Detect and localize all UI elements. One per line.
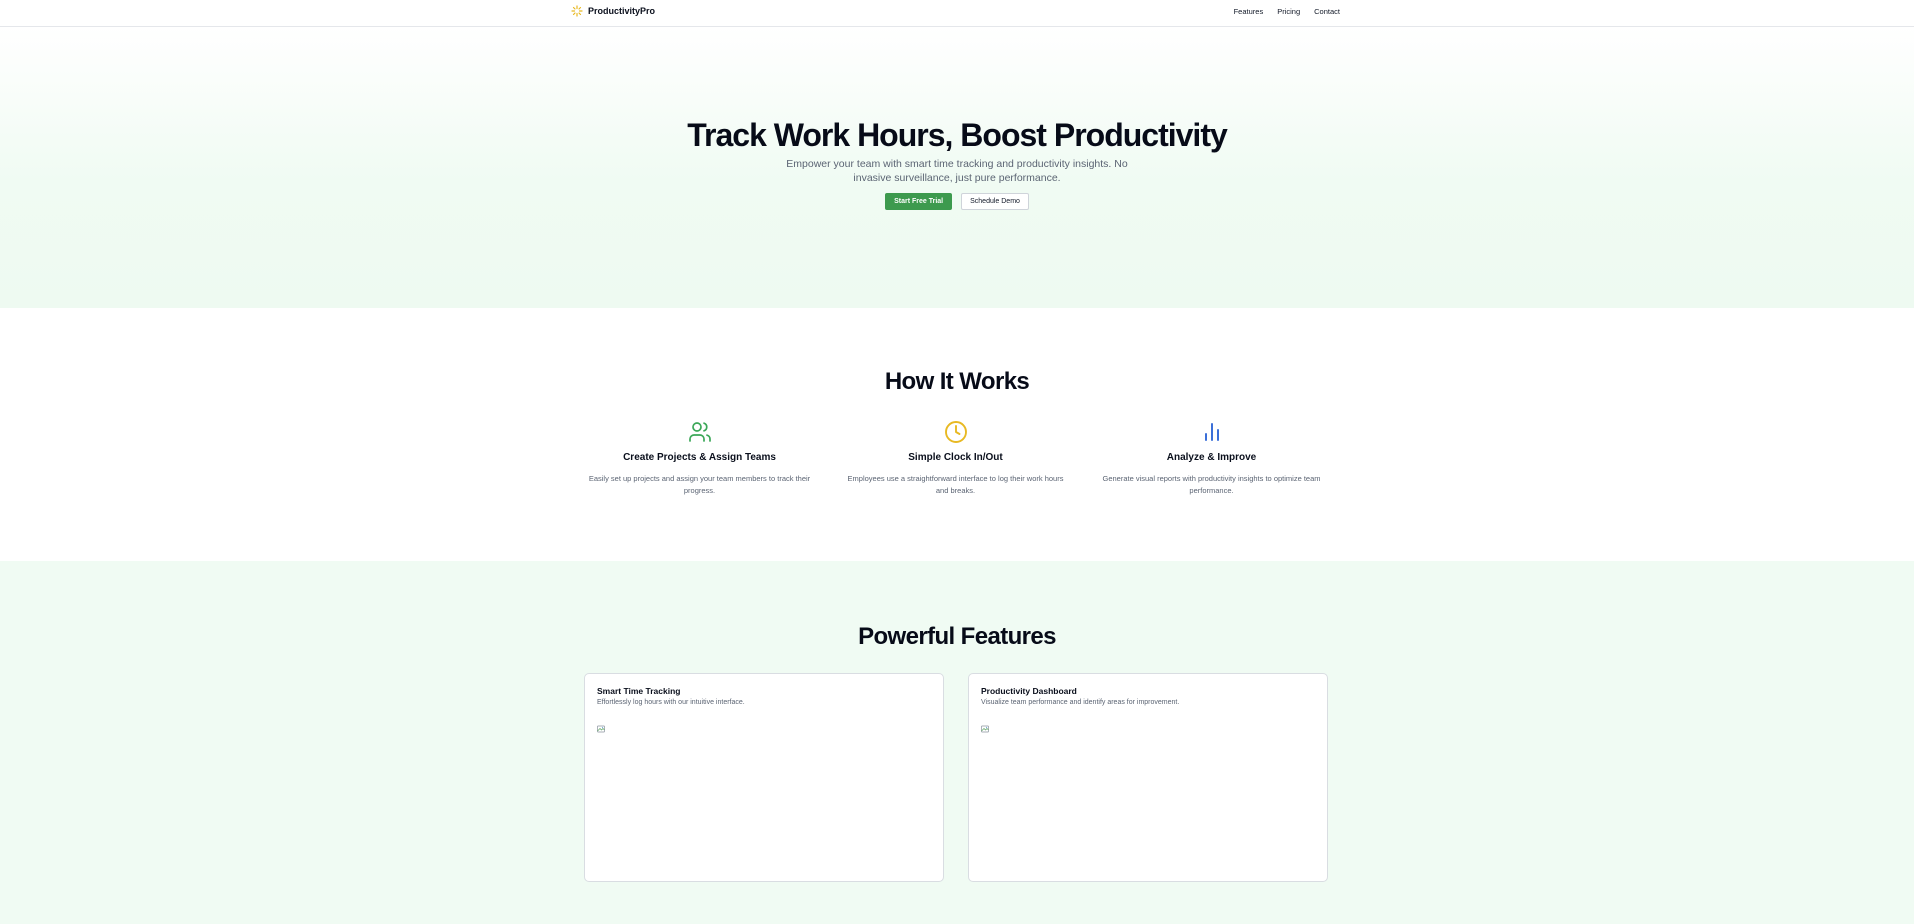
features-section: Powerful Features Smart Time Tracking Ef… [0,561,1914,924]
hero-section: Track Work Hours, Boost Productivity Emp… [0,27,1914,308]
users-icon [688,420,712,446]
features-heading: Powerful Features [858,623,1056,650]
hero-title: Track Work Hours, Boost Productivity [687,117,1228,153]
top-navbar: ProductivityPro Features Pricing Contact [0,0,1914,27]
nav-link-features[interactable]: Features [1234,7,1264,16]
broken-image-icon [597,720,605,733]
broken-image-icon [981,720,989,733]
feature-card-productivity-dashboard: Productivity Dashboard Visualize team pe… [968,673,1328,882]
step-title: Analyze & Improve [1166,452,1257,463]
step-title: Simple Clock In/Out [908,452,1003,463]
feature-card-description: Effortlessly log hours with our intuitiv… [597,699,745,706]
step-description: Generate visual reports with productivit… [1102,474,1321,495]
step-description: Employees use a straightforward interfac… [847,474,1064,495]
how-it-works-section: How It Works Create Projects & Assign Te… [0,308,1914,560]
hero-subtitle: Empower your team with smart time tracki… [786,158,1128,184]
brand[interactable]: ProductivityPro [571,5,655,17]
step-clock-in-out: Simple Clock In/Out Employees use a stra… [843,420,1068,497]
main-nav: Features Pricing Contact [1234,7,1340,16]
feature-card-description: Visualize team performance and identify … [981,699,1180,706]
start-free-trial-button[interactable]: Start Free Trial [885,193,953,210]
sun-icon [571,5,583,17]
step-analyze-improve: Analyze & Improve Generate visual report… [1099,420,1324,497]
brand-name: ProductivityPro [588,6,656,16]
schedule-demo-button[interactable]: Schedule Demo [961,193,1029,210]
how-it-works-heading: How It Works [884,368,1030,395]
bar-chart-icon [1200,420,1224,446]
hero-actions: Start Free Trial Schedule Demo [0,193,1914,210]
clock-icon [944,420,968,446]
step-create-projects: Create Projects & Assign Teams Easily se… [587,420,812,497]
nav-link-pricing[interactable]: Pricing [1277,7,1300,16]
feature-card-title: Productivity Dashboard [981,686,1077,696]
nav-link-contact[interactable]: Contact [1314,7,1340,16]
feature-card-time-tracking: Smart Time Tracking Effortlessly log hou… [584,673,944,882]
step-title: Create Projects & Assign Teams [623,452,776,463]
feature-card-title: Smart Time Tracking [597,686,681,696]
step-description: Easily set up projects and assign your t… [588,474,811,495]
